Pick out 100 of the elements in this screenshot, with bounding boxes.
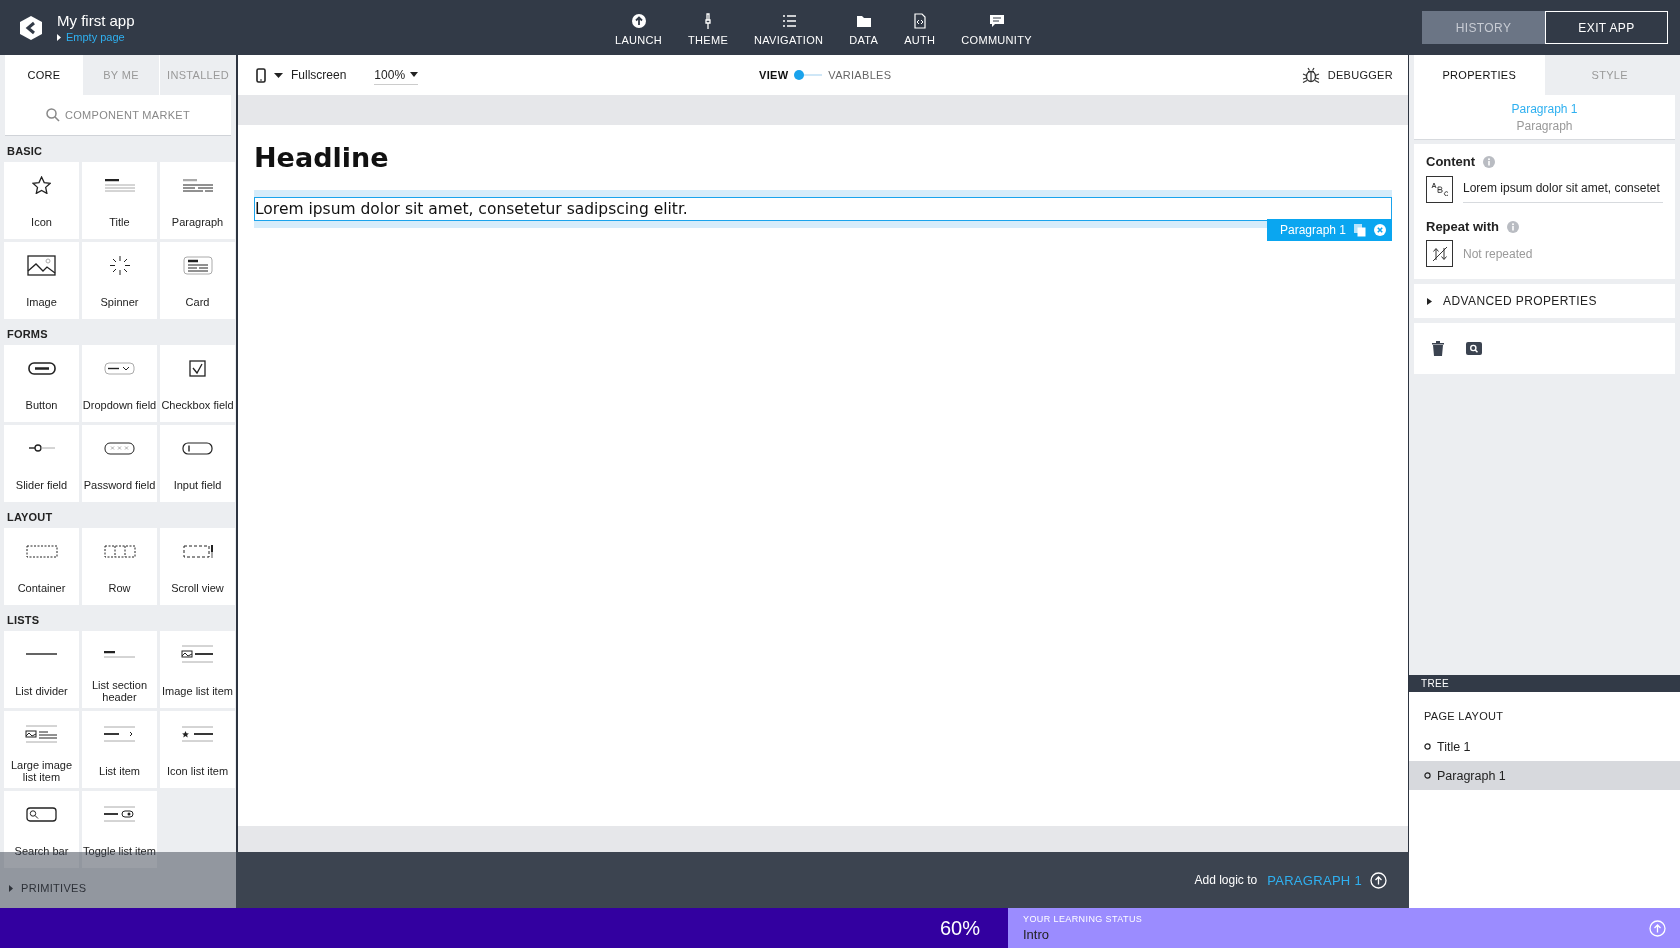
component-tile[interactable]: Container	[4, 528, 79, 605]
variables-label: VARIABLES	[828, 69, 892, 81]
caret-icon	[57, 33, 61, 41]
component-tile[interactable]: Card	[160, 242, 235, 319]
component-tile[interactable]: Image list item	[160, 631, 235, 708]
panel-tab[interactable]: PROPERTIES	[1414, 55, 1545, 95]
dashed-columns-icon	[103, 544, 136, 558]
nav-item[interactable]: NAVIGATION	[741, 0, 837, 55]
phone-icon	[256, 67, 266, 83]
launch-icon	[630, 13, 647, 29]
component-tile[interactable]: Button	[4, 345, 79, 422]
zoom-selector[interactable]: 100%	[374, 65, 419, 85]
caret-icon	[410, 72, 419, 77]
trash-icon[interactable]	[1432, 341, 1444, 356]
nav-item[interactable]: THEME	[675, 0, 742, 55]
section-heading: LAYOUT	[6, 510, 54, 525]
close-icon	[1374, 224, 1386, 236]
node-dot-icon	[1424, 743, 1431, 750]
component-tile[interactable]: Icon	[4, 162, 79, 239]
large-image-list-item-icon	[25, 725, 58, 743]
search-field[interactable]: COMPONENT MARKET	[5, 95, 231, 136]
code-document-icon	[911, 13, 928, 29]
nav-item[interactable]: AUTH	[891, 0, 949, 55]
node-dot-icon	[1424, 772, 1431, 779]
slider-icon	[27, 444, 56, 452]
component-tile[interactable]: Icon list item	[160, 711, 235, 788]
headline[interactable]: Headline	[254, 142, 1392, 173]
icon-list-item-icon	[181, 726, 214, 742]
section-header-icon	[103, 650, 136, 658]
component-tile[interactable]: Scroll view	[160, 528, 235, 605]
scroll-box-icon	[182, 543, 213, 559]
component-tile[interactable]: Spinner	[82, 242, 157, 319]
nav-item[interactable]: LAUNCH	[602, 0, 676, 55]
component-tile[interactable]: Password field	[82, 425, 157, 502]
dropdown-icon	[104, 361, 135, 375]
spinner-icon	[108, 254, 131, 276]
input-field-icon	[182, 441, 213, 455]
component-tile[interactable]: Image	[4, 242, 79, 319]
component-tile[interactable]: Title	[82, 162, 157, 239]
info-icon	[1483, 155, 1496, 168]
tree-root: PAGE LAYOUT	[1423, 709, 1505, 724]
repeat-icon[interactable]	[1426, 240, 1453, 267]
header-button[interactable]: EXIT APP	[1545, 11, 1668, 44]
component-tile[interactable]: Search bar	[4, 791, 79, 868]
nav-item[interactable]: COMMUNITY	[948, 0, 1045, 55]
component-tile[interactable]: Input field	[160, 425, 235, 502]
text-type-icon[interactable]	[1426, 175, 1453, 203]
list-item-icon	[103, 726, 136, 742]
component-tile[interactable]: Dropdown field	[82, 345, 157, 422]
list-icon	[780, 13, 797, 29]
section-heading: LISTS	[6, 613, 41, 628]
learning-status-label: YOUR LEARNING STATUS	[1023, 914, 1143, 924]
toggle-list-item-icon	[103, 806, 136, 822]
device-selector[interactable]: Fullscreen	[256, 67, 347, 83]
arrow-up-circle-icon[interactable]	[1649, 919, 1666, 937]
search-bar-icon	[26, 806, 57, 822]
search-icon	[46, 108, 60, 122]
arrow-up-circle-icon	[1370, 871, 1387, 889]
component-type: Paragraph	[1516, 119, 1573, 133]
component-tile[interactable]: Toggle list item	[82, 791, 157, 868]
mode-toggle[interactable]	[794, 70, 823, 80]
section-heading: FORMS	[6, 327, 49, 342]
component-tile[interactable]: Slider field	[4, 425, 79, 502]
debugger-button[interactable]: DEBUGGER	[1301, 67, 1393, 83]
content-field[interactable]: Lorem ipsum dolor sit amet, consetet	[1463, 175, 1663, 203]
bug-icon	[1301, 67, 1320, 83]
component-tile[interactable]: Paragraph	[160, 162, 235, 239]
logic-target-link[interactable]: PARAGRAPH 1	[1267, 871, 1387, 889]
component-tile[interactable]: List item	[82, 711, 157, 788]
nav-item[interactable]: DATA	[836, 0, 892, 55]
panel-tab[interactable]: CORE	[5, 55, 82, 95]
page-selector[interactable]: Empty page	[57, 31, 135, 43]
collapsed-section[interactable]: PRIMITIVES	[0, 868, 236, 908]
selected-paragraph[interactable]: Lorem ipsum dolor sit amet, consetetur sadipscing elitr.	[254, 197, 1392, 221]
logo-icon	[20, 15, 42, 40]
component-tile[interactable]: List divider	[4, 631, 79, 708]
caret-icon	[9, 884, 13, 892]
field-label: Repeat with	[1426, 219, 1499, 234]
paragraph-lines-icon	[181, 178, 214, 192]
component-tile[interactable]: Checkbox field	[160, 345, 235, 422]
search-icon[interactable]	[1466, 342, 1482, 355]
title-lines-icon	[103, 178, 136, 192]
image-list-item-icon	[181, 645, 214, 663]
app-title: My first app	[57, 12, 135, 29]
component-tile[interactable]: List section header	[82, 631, 157, 708]
component-name: Paragraph 1	[1511, 102, 1578, 116]
button-shape-icon	[27, 361, 56, 375]
dashed-box-icon	[25, 544, 58, 558]
advanced-properties-toggle[interactable]: ADVANCED PROPERTIES	[1414, 284, 1675, 318]
component-tile[interactable]: Large image list item	[4, 711, 79, 788]
section-heading: BASIC	[6, 144, 44, 159]
view-label: VIEW	[759, 69, 789, 81]
tree-item[interactable]: Paragraph 1	[1409, 761, 1680, 790]
checkbox-icon	[189, 359, 206, 377]
logic-label: Add logic to	[1194, 873, 1258, 887]
component-tile[interactable]: Row	[82, 528, 157, 605]
progress-percent: 60%	[939, 916, 980, 940]
folder-icon	[855, 13, 872, 29]
tree-item[interactable]: Title 1	[1409, 732, 1680, 761]
star-icon	[31, 175, 52, 195]
